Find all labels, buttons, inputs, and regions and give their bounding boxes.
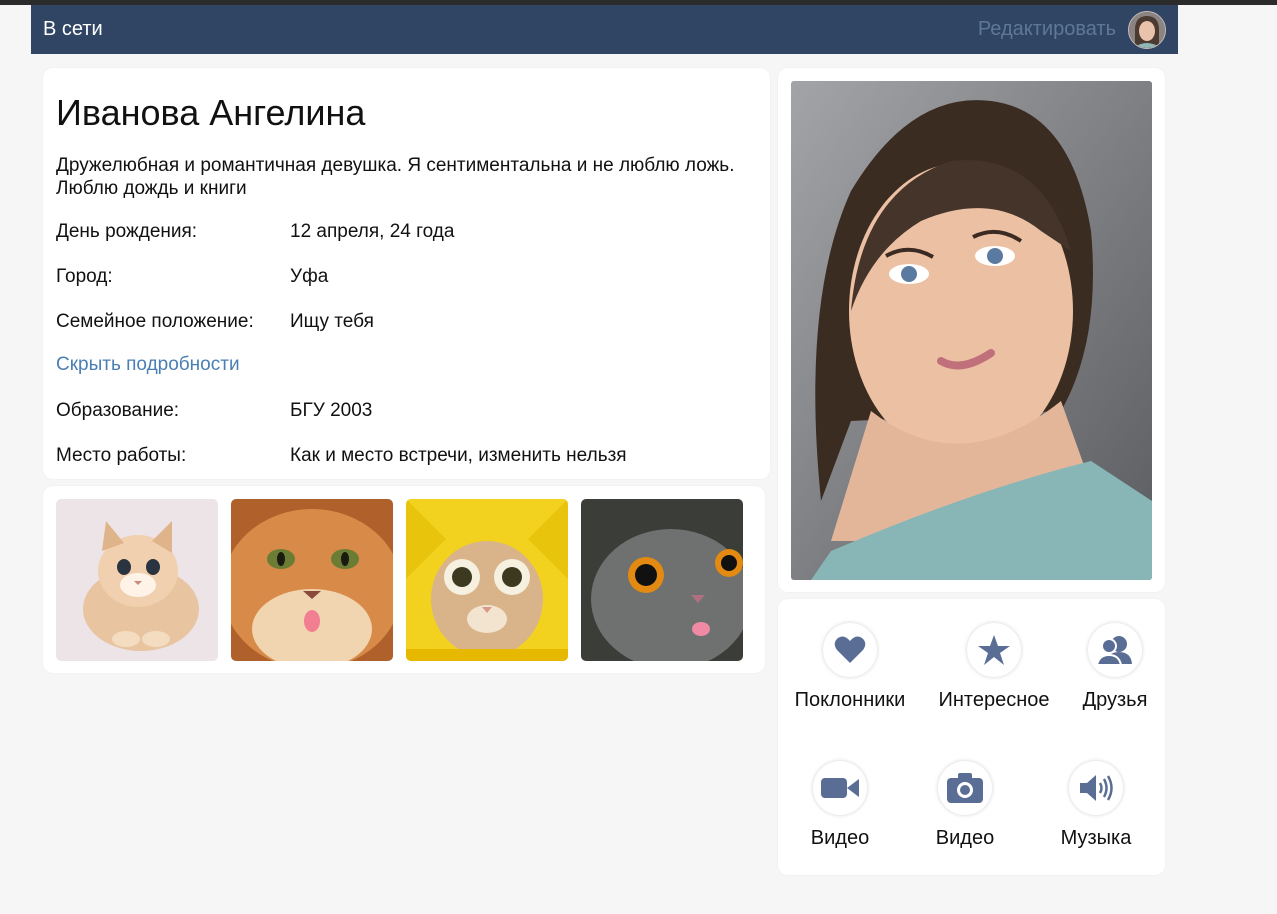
header-right: Редактировать — [978, 10, 1166, 49]
field-label: Образование: — [56, 400, 180, 421]
friends-icon — [1088, 623, 1142, 677]
profile-photo[interactable] — [791, 81, 1152, 580]
heart-icon — [823, 623, 877, 677]
speaker-icon — [1069, 761, 1123, 815]
profile-about: Дружелюбная и романтичная девушка. Я сен… — [56, 155, 735, 199]
menu-label: Поклонники — [794, 689, 906, 711]
top-header: В сети Редактировать — [31, 5, 1178, 54]
online-status: В сети — [43, 18, 103, 40]
menu-label: Друзья — [1082, 689, 1148, 711]
photo-camera-icon — [938, 761, 992, 815]
menu-label: Музыка — [1060, 827, 1132, 849]
field-value: Как и место встречи, изменить нельзя — [290, 445, 627, 466]
field-value: БГУ 2003 — [290, 400, 373, 421]
menu-label: Видео — [810, 827, 870, 849]
field-birthday: День рождения: 12 апреля, 24 года — [56, 221, 454, 243]
menu-item-photo[interactable]: Видео — [909, 761, 1021, 850]
menu-item-friends[interactable]: Друзья — [1068, 623, 1162, 712]
profile-menu-card: Поклонники Интересное Друзья Видео Видео… — [778, 599, 1165, 875]
field-label: Город: — [56, 266, 113, 287]
profile-name: Иванова Ангелина — [56, 92, 366, 133]
field-education: Образование: БГУ 2003 — [56, 400, 372, 422]
cat-photo-2[interactable] — [231, 499, 393, 661]
field-label: Семейное положение: — [56, 311, 254, 332]
field-workplace: Место работы: Как и место встречи, измен… — [56, 445, 627, 467]
field-value: Ищу тебя — [290, 311, 374, 332]
menu-label: Видео — [935, 827, 995, 849]
menu-item-fans[interactable]: Поклонники — [794, 623, 906, 712]
field-value: 12 апреля, 24 года — [290, 221, 455, 242]
menu-item-music[interactable]: Музыка — [1040, 761, 1152, 850]
profile-photo-card — [778, 68, 1165, 592]
field-label: Место работы: — [56, 445, 187, 466]
edit-profile-link[interactable]: Редактировать — [978, 18, 1116, 41]
photos-card — [43, 486, 765, 673]
field-value: Уфа — [290, 266, 329, 287]
video-camera-icon — [813, 761, 867, 815]
menu-item-video[interactable]: Видео — [784, 761, 896, 850]
menu-label: Интересное — [938, 689, 1050, 711]
field-label: День рождения: — [56, 221, 198, 242]
hide-details-link[interactable]: Скрыть подробности — [56, 354, 240, 376]
profile-info-card: Иванова Ангелина Дружелюбная и романтичн… — [43, 68, 770, 479]
cat-photo-4[interactable] — [581, 499, 743, 661]
cat-photo-1[interactable] — [56, 499, 218, 661]
field-city: Город: Уфа — [56, 266, 328, 288]
cat-photo-3[interactable] — [406, 499, 568, 661]
menu-item-interesting[interactable]: Интересное — [938, 623, 1050, 712]
avatar[interactable] — [1128, 10, 1166, 49]
star-icon — [967, 623, 1021, 677]
field-relationship: Семейное положение: Ищу тебя — [56, 311, 374, 333]
